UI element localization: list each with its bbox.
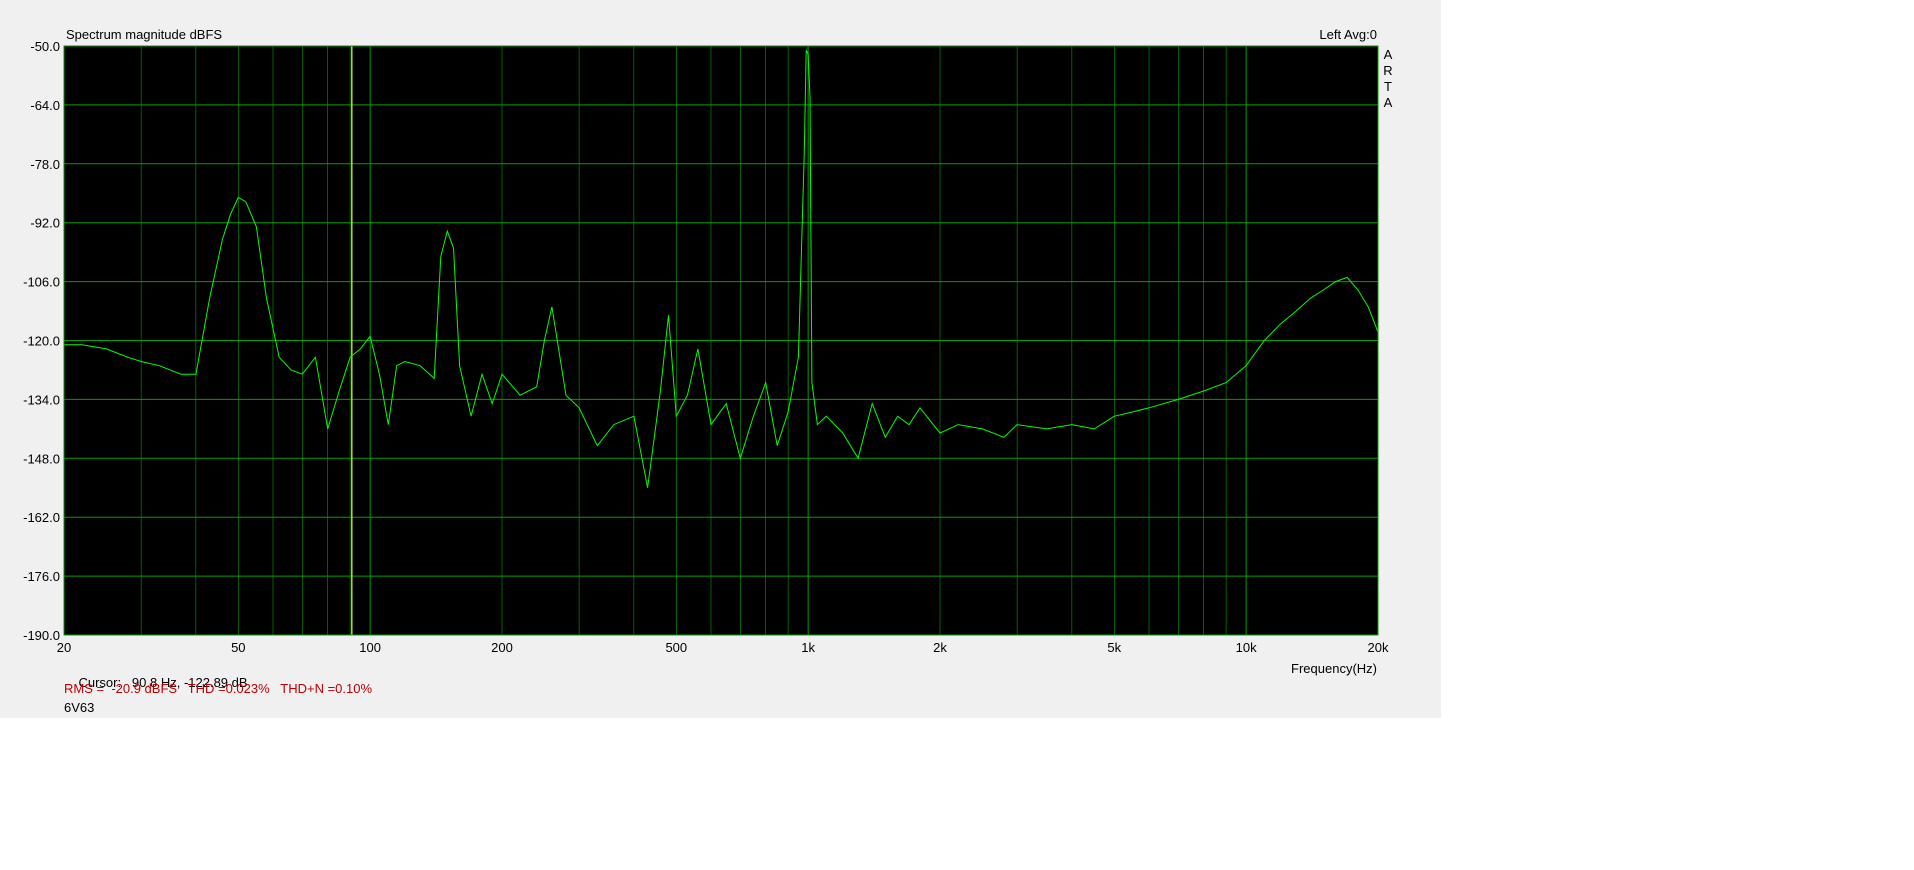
y-axis-ticks: -50.0 -64.0 -78.0 -92.0 -106.0 -120.0 -134.0 -1… xyxy=(23,39,60,643)
x-tick-label: 200 xyxy=(491,640,513,655)
y-tick-label: -162.0 xyxy=(23,510,60,525)
arta-letter-a2: A xyxy=(1384,95,1393,110)
x-tick-label: 500 xyxy=(665,640,687,655)
x-tick-label: 2k xyxy=(933,640,947,655)
x-tick-label: 1k xyxy=(801,640,815,655)
arta-logo: A R T A xyxy=(1383,47,1392,110)
y-tick-label: -148.0 xyxy=(23,451,60,466)
y-tick-label: -106.0 xyxy=(23,275,60,290)
spectrum-chart[interactable]: Spectrum magnitude dBFS Left Avg:0 -50.0… xyxy=(0,0,1441,718)
y-tick-label: -120.0 xyxy=(23,334,60,349)
y-tick-label: -92.0 xyxy=(30,216,60,231)
arta-letter-a1: A xyxy=(1384,47,1393,62)
y-tick-label: -64.0 xyxy=(30,98,60,113)
y-tick-label: -190.0 xyxy=(23,628,60,643)
x-tick-label: 50 xyxy=(231,640,245,655)
y-tick-label: -78.0 xyxy=(30,157,60,172)
x-axis-ticks: 20 50 100 200 500 1k 2k 5k 10k 20k xyxy=(57,640,1389,655)
x-axis-label: Frequency(Hz) xyxy=(1291,661,1377,676)
x-tick-label: 5k xyxy=(1107,640,1121,655)
device-label: 6V63 xyxy=(64,700,95,715)
arta-letter-r: R xyxy=(1383,63,1392,78)
arta-spectrum-window: Spectrum magnitude dBFS Left Avg:0 -50.0… xyxy=(0,0,1441,718)
arta-letter-t: T xyxy=(1384,79,1392,94)
y-tick-label: -134.0 xyxy=(23,392,60,407)
y-tick-label: -176.0 xyxy=(23,569,60,584)
channel-avg-label: Left Avg:0 xyxy=(1319,27,1377,42)
x-tick-label: 20k xyxy=(1368,640,1389,655)
y-tick-label: -50.0 xyxy=(30,39,60,54)
chart-title: Spectrum magnitude dBFS xyxy=(66,27,222,42)
x-tick-label: 10k xyxy=(1236,640,1257,655)
stats-readout: RMS = -20.9 dBFS THD =0.023% THD+N =0.10… xyxy=(64,681,373,696)
x-tick-label: 100 xyxy=(359,640,381,655)
x-tick-label: 20 xyxy=(57,640,71,655)
